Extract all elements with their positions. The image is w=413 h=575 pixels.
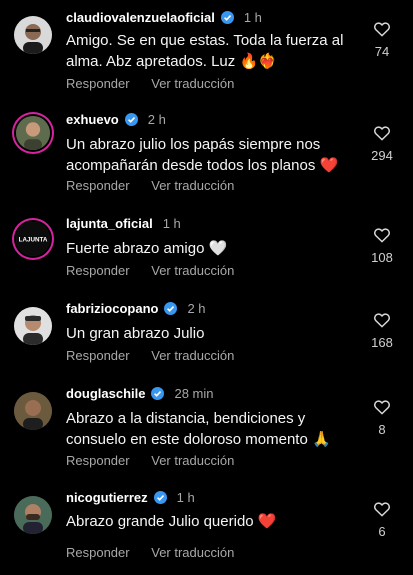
like-control[interactable]: 168 [367,311,397,350]
comment-header: exhuevo 2 h [66,112,166,127]
like-control[interactable]: 108 [367,226,397,265]
comment-actions: Responder Ver traducción [66,545,252,560]
reply-button[interactable]: Responder [66,178,130,193]
comment-actions: Responder Ver traducción [66,76,252,91]
comment-header: fabriziocopano 2 h [66,301,206,316]
verified-badge-icon [220,11,234,24]
translate-button[interactable]: Ver traducción [151,453,234,468]
heart-outline-icon[interactable] [373,398,391,415]
heart-outline-icon[interactable] [373,124,391,141]
avatar[interactable] [14,392,52,430]
username[interactable]: fabriziocopano [66,301,158,316]
comment-time: 1 h [243,10,262,25]
avatar[interactable] [14,496,52,534]
username[interactable]: claudiovalenzuelaoficial [66,10,215,25]
comment-actions: Responder Ver traducción [66,453,252,468]
comment-time: 2 h [187,301,206,316]
heart-outline-icon[interactable] [373,311,391,328]
comment-actions: Responder Ver traducción [66,263,252,278]
comment-time: 1 h [176,490,195,505]
comment-time: 28 min [174,386,214,401]
like-count: 168 [371,335,393,350]
like-control[interactable]: 294 [367,124,397,163]
like-control[interactable]: 8 [367,398,397,437]
like-control[interactable]: 74 [367,20,397,59]
translate-button[interactable]: Ver traducción [151,178,234,193]
comment-text: Fuerte abrazo amigo 🤍 [66,240,228,257]
translate-button[interactable]: Ver traducción [151,348,234,363]
translate-button[interactable]: Ver traducción [151,263,234,278]
heart-outline-icon[interactable] [373,20,391,37]
like-control[interactable]: 6 [367,500,397,539]
reply-button[interactable]: Responder [66,453,130,468]
comment-header: lajunta_oficial 1 h [66,216,181,231]
like-count: 8 [378,422,386,437]
comment-text: Abrazo grande Julio querido ❤️ [66,513,277,530]
comment-header: douglaschile 28 min [66,386,214,401]
comment-time: 2 h [147,112,166,127]
username[interactable]: exhuevo [66,112,119,127]
verified-badge-icon [151,387,165,400]
comment-actions: Responder Ver traducción [66,348,252,363]
reply-button[interactable]: Responder [66,348,130,363]
heart-outline-icon[interactable] [373,226,391,243]
reply-button[interactable]: Responder [66,545,130,560]
svg-text:LAJUNTA: LAJUNTA [19,237,48,244]
verified-badge-icon [153,491,167,504]
verified-badge-icon [124,113,138,126]
reply-button[interactable]: Responder [66,76,130,91]
comment-header: nicogutierrez 1 h [66,490,195,505]
comment-header: claudiovalenzuelaoficial 1 h [66,10,262,25]
heart-outline-icon[interactable] [373,500,391,517]
reply-button[interactable]: Responder [66,263,130,278]
comment-text: Amigo. Se en que estas. Toda la fuerza a… [66,32,344,70]
username[interactable]: lajunta_oficial [66,216,153,231]
username[interactable]: douglaschile [66,386,145,401]
avatar[interactable]: LAJUNTA [16,222,50,256]
avatar[interactable] [14,16,52,54]
like-count: 108 [371,250,393,265]
avatar[interactable] [16,116,50,150]
comment-actions: Responder Ver traducción [66,178,252,193]
comment-time: 1 h [162,216,181,231]
like-count: 6 [378,524,386,539]
username[interactable]: nicogutierrez [66,490,148,505]
avatar[interactable] [14,307,52,345]
translate-button[interactable]: Ver traducción [151,76,234,91]
like-count: 74 [374,44,390,59]
comment-text: Un abrazo julio los papás siempre nos ac… [66,136,339,174]
comment-text: Abrazo a la distancia, bendiciones y con… [66,410,331,448]
translate-button[interactable]: Ver traducción [151,545,234,560]
verified-badge-icon [164,302,178,315]
like-count: 294 [371,148,393,163]
comment-text: Un gran abrazo Julio [66,325,205,342]
